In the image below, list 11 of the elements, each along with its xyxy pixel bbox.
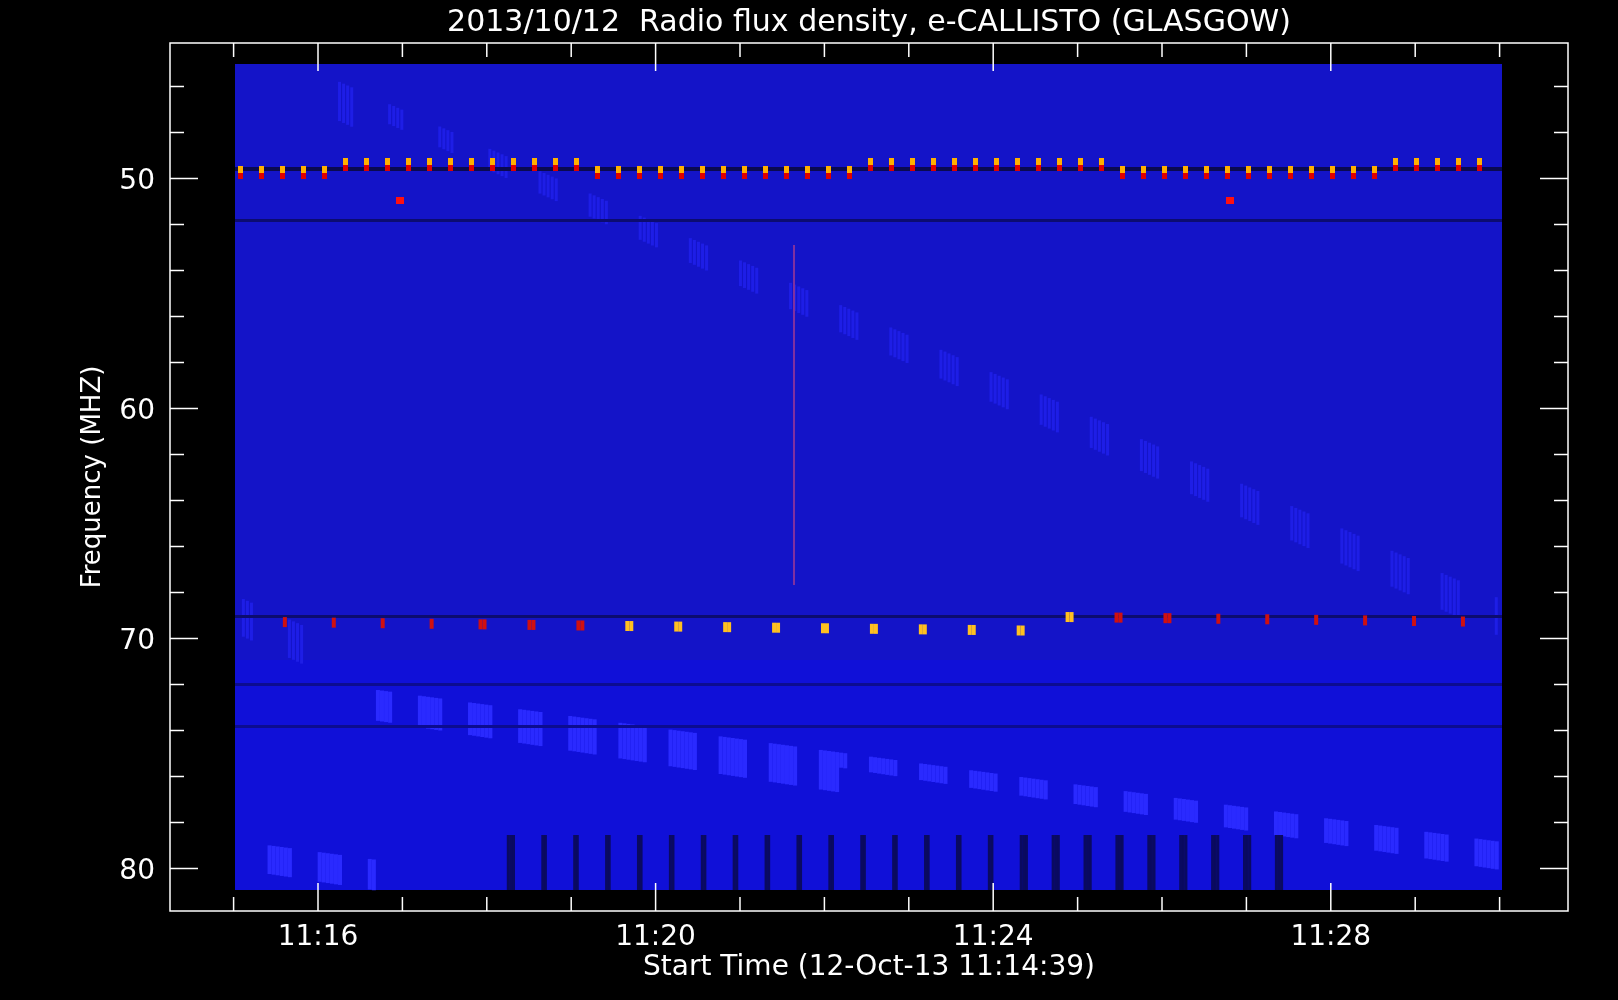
axis-tick-label: 11:20 bbox=[615, 919, 696, 952]
axis-tick-label: 80 bbox=[119, 852, 155, 886]
chart-title: 2013/10/12 Radio flux density, e-CALLISTO (GLASGOW) bbox=[447, 3, 1291, 38]
axis-tick-label: 60 bbox=[119, 392, 155, 426]
axis-title: Frequency (MHZ) bbox=[76, 365, 106, 589]
axis-tick-label: 11:24 bbox=[952, 919, 1034, 952]
axis-title: Start Time (12-Oct-13 11:14:39) bbox=[643, 949, 1095, 982]
axis-tick-label: 70 bbox=[119, 622, 155, 656]
axis-tick-label: 11:16 bbox=[277, 919, 359, 952]
axis-tick-label: 11:28 bbox=[1290, 919, 1372, 952]
axis-tick-label: 50 bbox=[119, 162, 155, 196]
